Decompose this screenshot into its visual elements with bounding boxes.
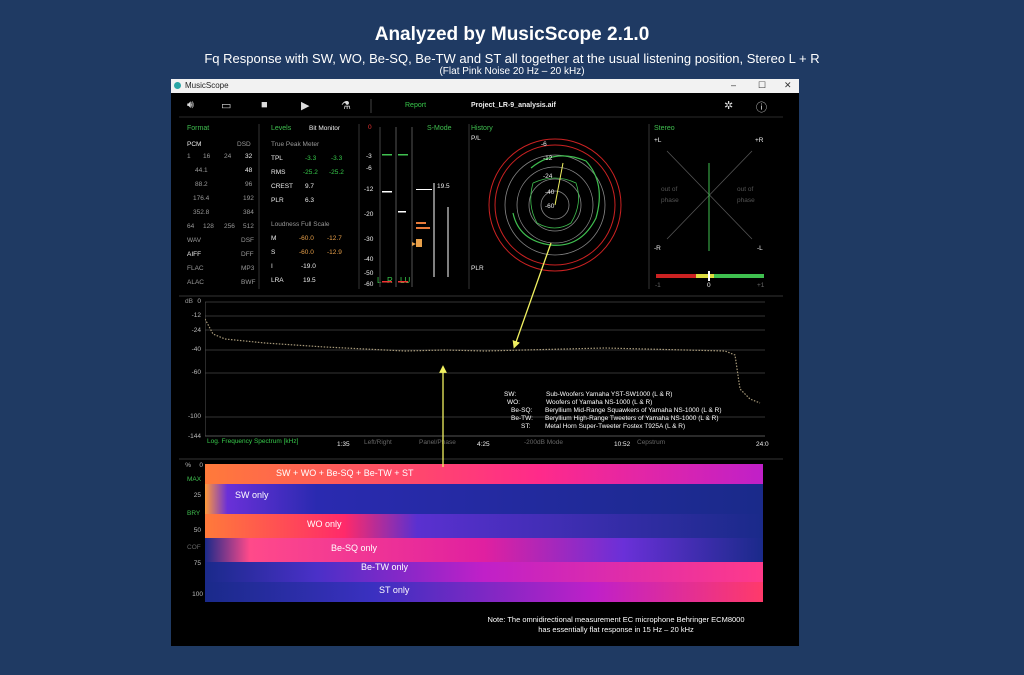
page-title: Analyzed by MusicScope 2.1.0 (374, 24, 650, 45)
page-subtitle: Fq Response with SW, WO, Be-SQ, Be-TW an… (204, 51, 820, 66)
note-line-1: Note: The omnidirectional measurement EC… (487, 615, 745, 624)
page-subtitle-2: (Flat Pink Noise 20 Hz – 20 kHz) (439, 66, 585, 77)
musicscope-window: MusicScope – ☐ ✕ 🔊︎ ▭ ■ ▶ ⚗ Report Proje… (171, 79, 799, 646)
annotation-arrows (439, 242, 552, 467)
note-line-2: has essentially flat response in 15 Hz –… (538, 625, 694, 634)
